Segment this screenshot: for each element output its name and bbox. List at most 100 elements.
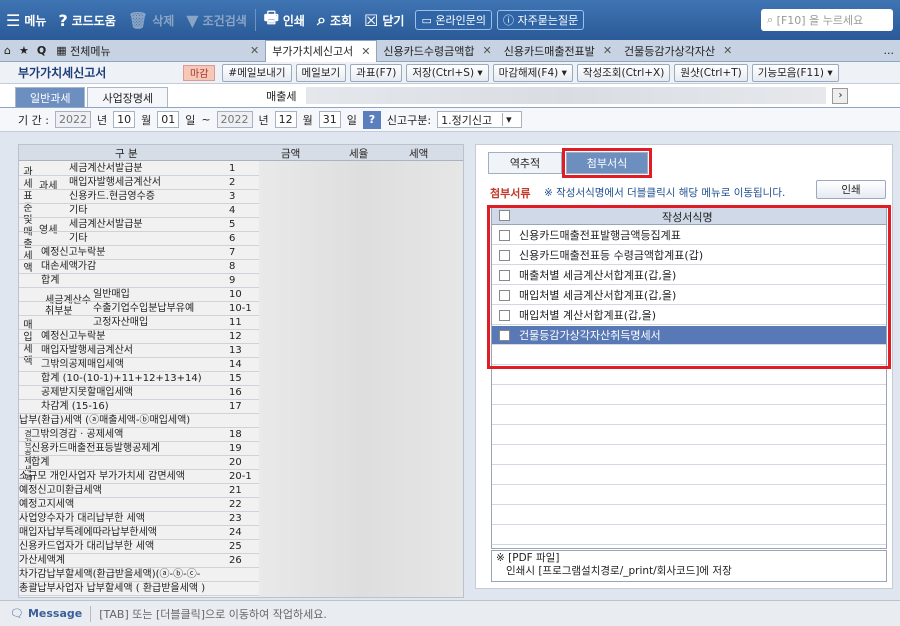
faq-button[interactable]: ⓘ 자주묻는질문: [496, 10, 585, 30]
table-row[interactable]: 공제받지못할매입세액 16: [19, 387, 259, 399]
table-row[interactable]: 기타 6: [19, 233, 259, 245]
table-row[interactable]: 차가감납부할세액(환급받을세액)(ⓐ-ⓑ-ⓒ-: [19, 569, 259, 581]
to-year-field[interactable]: 2022: [216, 111, 253, 128]
tab-reverse-trace[interactable]: 역추적: [488, 152, 562, 174]
to-month-field[interactable]: 12: [274, 111, 297, 128]
row-divider: [19, 553, 259, 554]
report-type-select[interactable]: 1.정기신고 ▾: [437, 111, 522, 128]
attach-print-button[interactable]: 인쇄: [816, 180, 886, 199]
code-help-button[interactable]: ? 코드도움: [52, 0, 121, 40]
table-row[interactable]: 그밖의공제매입세액 14: [19, 359, 259, 371]
filter-icon: ▼: [186, 10, 199, 30]
tax-base-button[interactable]: 과표(F7): [350, 63, 403, 82]
row-divider: [19, 189, 259, 190]
search-small-icon[interactable]: Q: [33, 40, 50, 62]
row-number: 13: [229, 345, 242, 356]
table-row[interactable]: 일반매입 10: [19, 289, 259, 301]
close-icon[interactable]: ✕: [603, 44, 612, 57]
table-row[interactable]: 매입자납부특례에따라납부한세액 24: [19, 527, 259, 539]
empty-row: [492, 426, 886, 445]
row-divider: [19, 273, 259, 274]
chevron-down-icon: ▾: [502, 113, 515, 126]
table-row[interactable]: 세금계산서발급분 5: [19, 219, 259, 231]
row-number: 26: [229, 555, 242, 566]
functions-button[interactable]: 기능모음(F11) ▾: [751, 63, 839, 82]
oneshot-button[interactable]: 원샷(Ctrl+T): [674, 63, 748, 82]
send-mail-button[interactable]: #메일보내기: [222, 63, 292, 82]
from-day-field[interactable]: 01: [157, 111, 180, 128]
table-row[interactable]: 그밖의경감 · 공제세액 18: [19, 429, 259, 441]
business-select[interactable]: [306, 87, 827, 104]
tab-depreciable-asset[interactable]: 건물등감가상각자산 ✕: [618, 40, 738, 62]
table-row[interactable]: 납부(환급)세액 (ⓐ매출세액-ⓑ매입세액): [19, 415, 259, 427]
delete-button[interactable]: 🗑 삭제: [122, 0, 180, 40]
table-row[interactable]: 총괄납부사업자 납부할세액 ( 환급받을세액 ): [19, 583, 259, 595]
table-row[interactable]: 예정신고누락분 12: [19, 331, 259, 343]
empty-row: [492, 466, 886, 485]
table-row[interactable]: 예정신고누락분 7: [19, 247, 259, 259]
home-icon[interactable]: ⌂: [0, 40, 15, 62]
row-divider: [19, 217, 259, 218]
view-mail-button[interactable]: 메일보기: [295, 63, 347, 82]
table-row[interactable]: 가산세액계 26: [19, 555, 259, 567]
chevron-right-icon[interactable]: ›: [832, 87, 849, 104]
row-divider: [19, 203, 259, 204]
table-row[interactable]: 기타 4: [19, 205, 259, 217]
online-inquiry-button[interactable]: ▭ 온라인문의: [415, 10, 492, 30]
page-toolbar: 부가가치세신고서 마감 #메일보내기 메일보기 과표(F7) 저장(Ctrl+S…: [0, 62, 900, 84]
table-row[interactable]: 소규모 개인사업자 부가가치세 감면세액 20-1: [19, 471, 259, 483]
table-row[interactable]: 신용카드.현금영수증 3: [19, 191, 259, 203]
tab-general-tax[interactable]: 일반과세: [15, 87, 86, 107]
table-row[interactable]: 예정고지세액 22: [19, 499, 259, 511]
help-icon[interactable]: ?: [362, 110, 381, 129]
table-row[interactable]: 합계 9: [19, 275, 259, 287]
table-row[interactable]: 매입자발행세금계산서 13: [19, 345, 259, 357]
table-row[interactable]: 수출기업수입분납부유예 10-1: [19, 303, 259, 315]
table-row[interactable]: 고정자산매입 11: [19, 317, 259, 329]
close-toolbar-button[interactable]: ☒ 닫기: [358, 0, 410, 40]
pdf-note: ※ [PDF 파일] 인쇄시 [프로그램설치경로/_print/회사코드]에 저…: [491, 550, 887, 582]
close-icon[interactable]: ✕: [250, 44, 259, 57]
unclose-button[interactable]: 마감해제(F4) ▾: [492, 63, 573, 82]
table-row[interactable]: 대손세액가감 8: [19, 261, 259, 273]
from-year-field[interactable]: 2022: [54, 111, 91, 128]
print-toolbar-button[interactable]: 🖶 인쇄: [258, 0, 311, 40]
table-row[interactable]: 차감계 (15-16) 17: [19, 401, 259, 413]
table-row[interactable]: 신용카드업자가 대리납부한 세액 25: [19, 541, 259, 553]
row-number: 19: [229, 443, 242, 454]
table-row[interactable]: 매입자발행세금계산서 2: [19, 177, 259, 189]
tab-card-receipt[interactable]: 신용카드수령금액합 ✕: [377, 40, 497, 62]
tab-card-sales[interactable]: 신용카드매출전표발 ✕: [498, 40, 618, 62]
table-row[interactable]: 합계 (10-(10-1)+11+12+13+14) 15: [19, 373, 259, 385]
table-row[interactable]: 신용카드매출전표등발행공제계 19: [19, 443, 259, 455]
header-category: 구 분: [115, 148, 138, 160]
tab-business-detail[interactable]: 사업장명세: [87, 87, 169, 107]
row-divider: [19, 567, 259, 568]
table-row[interactable]: 예정신고미환급세액 21: [19, 485, 259, 497]
row-number: 23: [229, 513, 242, 524]
close-icon[interactable]: ✕: [723, 44, 732, 57]
lookup-written-button[interactable]: 작성조회(Ctrl+X): [576, 63, 671, 82]
row-number: 4: [229, 205, 236, 216]
close-icon[interactable]: ✕: [361, 45, 370, 58]
tab-vat-return[interactable]: 부가가치세신고서 ✕: [265, 39, 378, 62]
from-month-field[interactable]: 10: [113, 111, 136, 128]
row-number: 17: [229, 401, 242, 412]
search-toolbar-button[interactable]: ⌕ 조회: [311, 0, 358, 40]
table-row[interactable]: 합계 20: [19, 457, 259, 469]
tab-all-menu[interactable]: ▦ 전체메뉴 ✕: [50, 40, 265, 62]
table-row[interactable]: 사업양수자가 대리납부한 세액 23: [19, 513, 259, 525]
close-box-icon: ☒: [364, 10, 379, 30]
save-button[interactable]: 저장(Ctrl+S) ▾: [406, 63, 489, 82]
to-day-field[interactable]: 31: [318, 111, 341, 128]
row-label: 차감계 (15-16): [41, 401, 109, 412]
star-icon[interactable]: ★: [15, 40, 33, 62]
table-row[interactable]: 세금계산서발급분 1: [19, 163, 259, 175]
filter-button[interactable]: ▼ 조건검색: [180, 0, 252, 40]
menu-button[interactable]: ☰ 메뉴: [0, 0, 52, 40]
menu-search-input[interactable]: ⌕ [F10] 을 누르세요: [761, 9, 893, 31]
amount-values-area[interactable]: [259, 161, 463, 597]
tabs-more-button[interactable]: ...: [878, 40, 900, 62]
close-icon[interactable]: ✕: [483, 44, 492, 57]
row-label: 신용카드매출전표등발행공제계: [31, 443, 160, 454]
